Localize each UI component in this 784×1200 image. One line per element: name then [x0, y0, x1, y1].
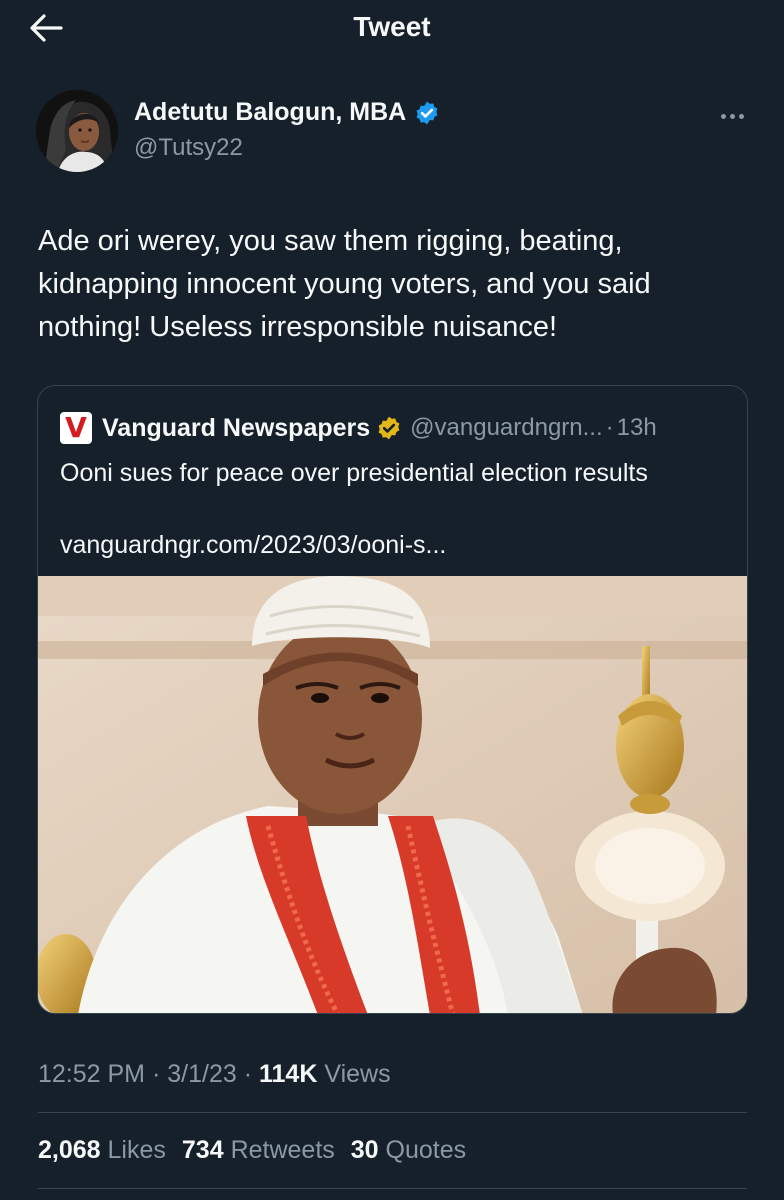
- more-dot-icon: [729, 113, 735, 119]
- quotes-stat[interactable]: 30 Quotes: [351, 1136, 466, 1165]
- retweets-stat[interactable]: 734 Retweets: [182, 1136, 335, 1165]
- quoted-tweet-card[interactable]: V Vanguard Newspapers @vanguardngrn... ·…: [37, 385, 748, 1014]
- quoted-tweet-link[interactable]: vanguardngr.com/2023/03/ooni-s...: [60, 531, 446, 560]
- more-options-button[interactable]: [714, 102, 750, 130]
- separator-dot: ·: [243, 1060, 253, 1088]
- tweet-text: Ade ori werey, you saw them rigging, bea…: [38, 225, 651, 343]
- quoted-tweet-text: Ooni sues for peace over presidential el…: [60, 459, 648, 487]
- author-name-row: Adetutu Balogun, MBA: [134, 98, 440, 127]
- likes-label: Likes: [107, 1136, 166, 1164]
- views-count: 114K: [259, 1060, 318, 1088]
- views-label: Views: [324, 1060, 391, 1088]
- gold-verified-badge-icon: [378, 416, 400, 440]
- divider: [38, 1112, 747, 1113]
- logo-letter: V: [65, 411, 87, 444]
- separator-dot: ·: [151, 1060, 161, 1088]
- retweets-label: Retweets: [230, 1136, 335, 1164]
- author-handle[interactable]: @Tutsy22: [134, 134, 243, 162]
- tweet-date: 3/1/23: [167, 1060, 237, 1088]
- quotes-count: 30: [350, 1136, 379, 1164]
- top-bar: Tweet: [0, 0, 784, 58]
- separator-dot: ·: [605, 414, 614, 441]
- verified-badge-icon: [416, 101, 438, 124]
- avatar[interactable]: [36, 90, 118, 172]
- vanguard-logo-icon: V: [60, 412, 92, 444]
- author-photo: [36, 90, 118, 172]
- quoted-tweet-header: V Vanguard Newspapers @vanguardngrn... ·…: [60, 412, 657, 444]
- quoted-author-handle[interactable]: @vanguardngrn...: [410, 414, 602, 442]
- quoted-author-name[interactable]: Vanguard Newspapers: [102, 414, 370, 443]
- tweet-time: 12:52 PM: [38, 1060, 146, 1088]
- likes-stat[interactable]: 2,068 Likes: [38, 1136, 166, 1165]
- quoted-timestamp: 13h: [616, 414, 657, 441]
- tweet-detail-screen: Tweet Adetutu Balogun, MBA @Tutsy22 Ade …: [0, 0, 784, 1200]
- quoted-tweet-image[interactable]: [38, 576, 748, 1014]
- quotes-label: Quotes: [385, 1136, 467, 1164]
- author-name[interactable]: Adetutu Balogun, MBA: [134, 98, 406, 127]
- engagement-stats: 2,068 Likes 734 Retweets 30 Quotes: [38, 1136, 466, 1165]
- divider: [38, 1188, 747, 1189]
- tweet-meta: 12:52 PM · 3/1/23 · 114K Views: [38, 1060, 391, 1089]
- likes-count: 2,068: [38, 1136, 101, 1164]
- more-dot-icon: [720, 113, 726, 119]
- page-title: Tweet: [353, 11, 431, 42]
- more-dot-icon: [738, 113, 744, 119]
- retweets-count: 734: [181, 1136, 224, 1164]
